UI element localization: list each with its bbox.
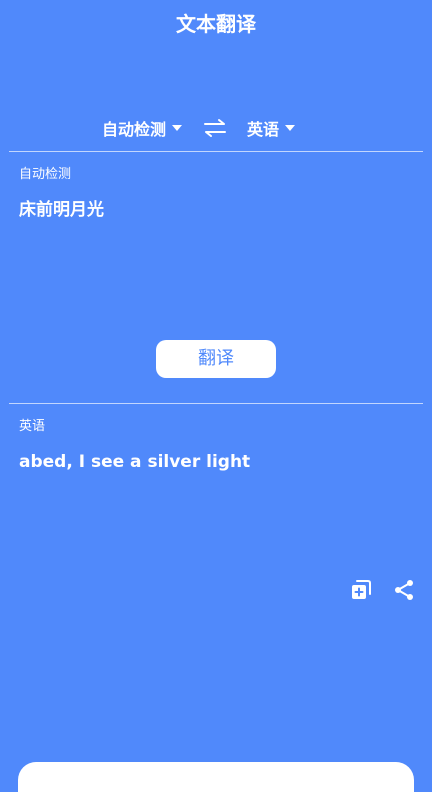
translate-button[interactable]: 翻译 — [156, 340, 276, 378]
bottom-card — [18, 762, 414, 792]
language-bar: 自动检测 英语 — [0, 113, 432, 143]
divider — [9, 403, 423, 404]
source-text-input[interactable]: 床前明月光 — [19, 198, 104, 222]
source-language-label: 自动检测 — [102, 120, 167, 139]
page-title: 文本翻译 — [176, 12, 256, 36]
translation-result-text: abed, I see a silver light — [19, 452, 251, 472]
target-language-label: 英语 — [247, 120, 280, 139]
share-icon[interactable] — [392, 578, 416, 602]
caret-down-icon — [172, 125, 183, 131]
target-language-select[interactable]: 英语 — [247, 113, 296, 143]
source-language-select[interactable]: 自动检测 — [102, 113, 183, 143]
result-panel-label: 英语 — [19, 419, 46, 434]
caret-down-icon — [285, 125, 296, 131]
swap-arrows-icon[interactable] — [203, 116, 227, 140]
copy-icon[interactable] — [349, 578, 373, 602]
source-panel-label: 自动检测 — [19, 167, 72, 182]
divider — [9, 151, 423, 152]
